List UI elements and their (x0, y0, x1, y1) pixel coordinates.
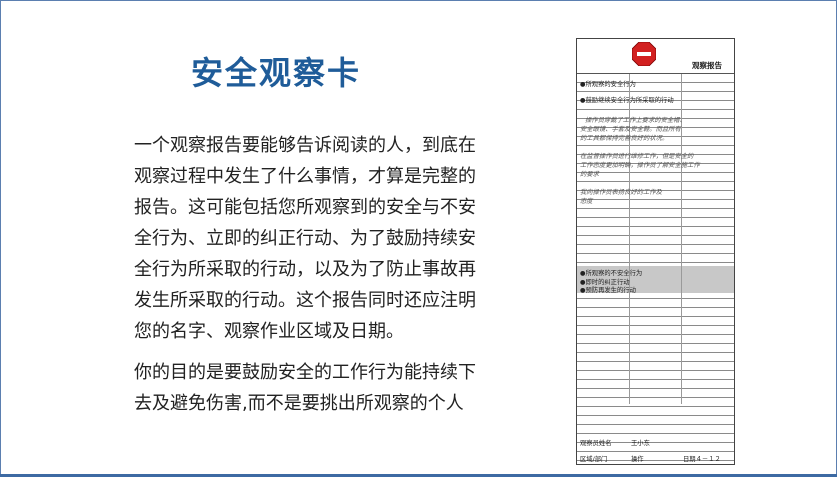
slide-title: 安全观察卡 (190, 54, 361, 92)
card-line: 的工具都保持完善良好的状况。 (580, 135, 669, 142)
card-line: 安全眼镜、手套及安全鞋。而且所有 (580, 126, 681, 133)
observation-card-image: 观察报告 ●所观察的安全行为 ●鼓励继续安全行为所采取的行动 操作员穿戴了工作上… (576, 38, 735, 465)
card-line: 操作员穿戴了工作上要求的安全帽、 (585, 117, 686, 124)
body-paragraph-2: 你的目的是要鼓励安全的工作行为能持续下去及避免伤害,而不是要挑出所观察的个人 (134, 362, 476, 414)
observer-value: 王小东 (631, 440, 650, 447)
area-value: 操作 (631, 456, 644, 463)
card-title: 观察报告 (692, 61, 722, 70)
card-line: 我向操作员表扬良好的工作及 (580, 189, 662, 196)
card-line: 的要求 (580, 171, 599, 178)
observer-label: 观察员姓名 (580, 440, 612, 447)
card-header: 观察报告 (577, 39, 734, 74)
card-unsafe-line: ●所观察的不安全行为 (580, 270, 643, 277)
body-paragraph-1: 一个观察报告要能够告诉阅读的人，到底在观察过程中发生了什么事情，才算是完整的报告… (134, 135, 476, 342)
card-line: ●所观察的安全行为 (580, 81, 636, 88)
card-line: 在监督操作员进行维修工作，但是安全的 (580, 153, 694, 160)
card-unsafe-line: ●预防再发生的行动 (580, 287, 636, 294)
area-label: 区域/部门 (580, 456, 608, 463)
card-line: 工作态度更加明确，操作员了解安全施工作 (580, 162, 700, 169)
stop-sign-icon (632, 42, 656, 66)
date-value: 日期４－１２ (683, 456, 721, 463)
card-line: 态度 (580, 198, 593, 205)
card-line: ●鼓励继续安全行为所采取的行动 (580, 97, 674, 104)
slide-body: 一个观察报告要能够告诉阅读的人，到底在观察过程中发生了什么事情，才算是完整的报告… (134, 130, 479, 429)
